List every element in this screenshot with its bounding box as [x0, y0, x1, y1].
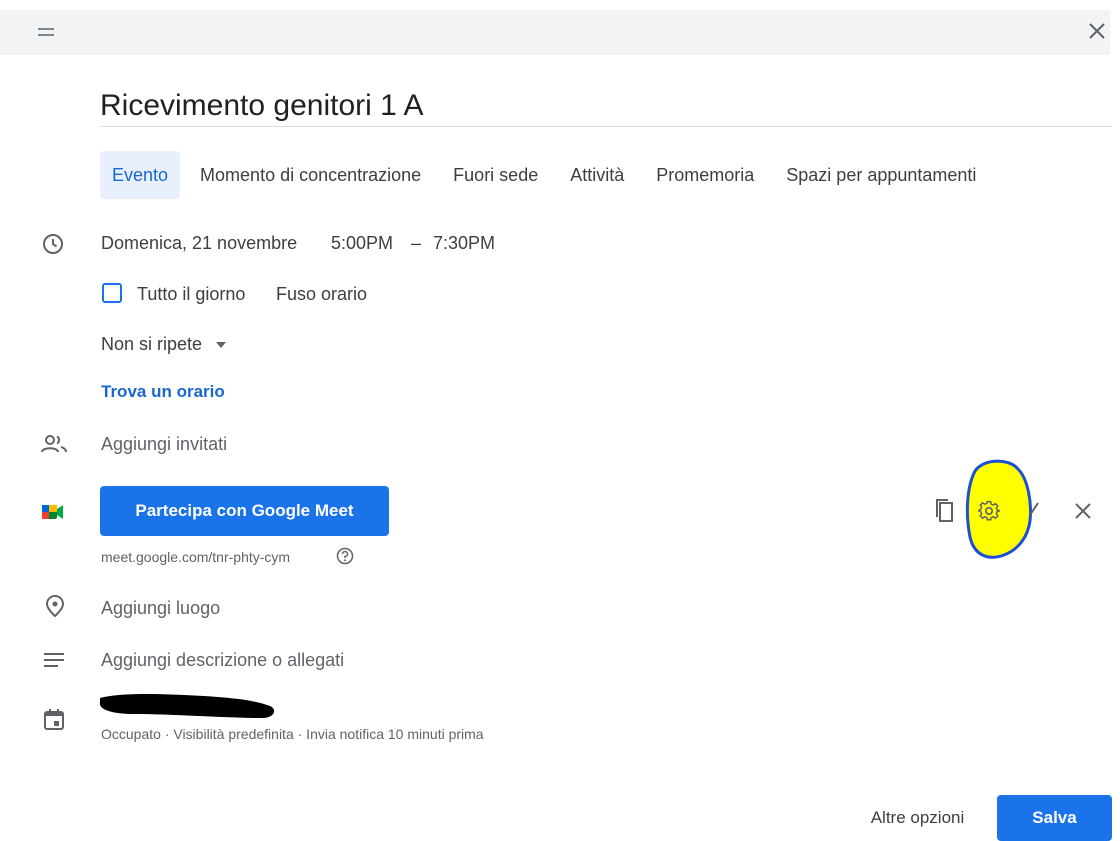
dropdown-arrow-icon: [216, 342, 227, 349]
add-guests-input[interactable]: Aggiungi invitati: [101, 432, 227, 456]
timezone-link[interactable]: Fuso orario: [276, 282, 367, 306]
people-icon: [41, 435, 67, 453]
clock-icon: [43, 234, 63, 254]
calendar-icon: [44, 709, 64, 730]
top-bar: [0, 10, 1110, 55]
redaction-scribble: [99, 694, 275, 718]
recurrence-select[interactable]: Non si ripete: [101, 332, 227, 356]
annotation-circle: [965, 459, 1039, 559]
tab-fuori-sede[interactable]: Fuori sede: [441, 151, 550, 199]
tab-attivita[interactable]: Attività: [558, 151, 636, 199]
meet-link[interactable]: meet.google.com/tnr-phty-cym: [101, 549, 290, 565]
join-google-meet-button[interactable]: Partecipa con Google Meet: [100, 486, 389, 536]
tab-promemoria[interactable]: Promemoria: [644, 151, 766, 199]
all-day-checkbox[interactable]: [102, 283, 122, 303]
event-type-tabs: Evento Momento di concentrazione Fuori s…: [100, 150, 996, 200]
tab-momento-di-concentrazione[interactable]: Momento di concentrazione: [188, 151, 433, 199]
all-day-label: Tutto il giorno: [137, 284, 246, 304]
add-description-input[interactable]: Aggiungi descrizione o allegati: [101, 648, 344, 672]
add-location-input[interactable]: Aggiungi luogo: [101, 596, 220, 620]
event-title-input[interactable]: Ricevimento genitori 1 A: [100, 86, 1112, 127]
tab-evento[interactable]: Evento: [100, 151, 181, 199]
description-icon: [44, 653, 64, 667]
save-button[interactable]: Salva: [997, 795, 1112, 841]
remove-meet-icon[interactable]: [1074, 502, 1092, 520]
more-options-button[interactable]: Altre opzioni: [840, 796, 995, 840]
find-time-link[interactable]: Trova un orario: [101, 382, 225, 402]
tab-spazi-per-appuntamenti[interactable]: Spazi per appuntamenti: [774, 151, 988, 199]
time-separator: –: [411, 233, 422, 253]
drag-handle-icon[interactable]: [38, 28, 54, 36]
recurrence-value: Non si ripete: [101, 334, 203, 354]
copy-icon[interactable]: [933, 497, 957, 525]
start-time-field[interactable]: 5:00PM: [331, 231, 393, 255]
location-pin-icon: [45, 594, 65, 618]
end-time-field[interactable]: 7:30PM: [433, 231, 495, 255]
close-icon[interactable]: [1086, 20, 1108, 42]
calendar-details[interactable]: Occupato · Visibilità predefinita · Invi…: [101, 726, 484, 742]
gear-icon[interactable]: [978, 500, 1000, 522]
help-icon[interactable]: [336, 547, 354, 565]
google-meet-icon: [42, 505, 63, 519]
date-field[interactable]: Domenica, 21 novembre: [101, 231, 297, 255]
